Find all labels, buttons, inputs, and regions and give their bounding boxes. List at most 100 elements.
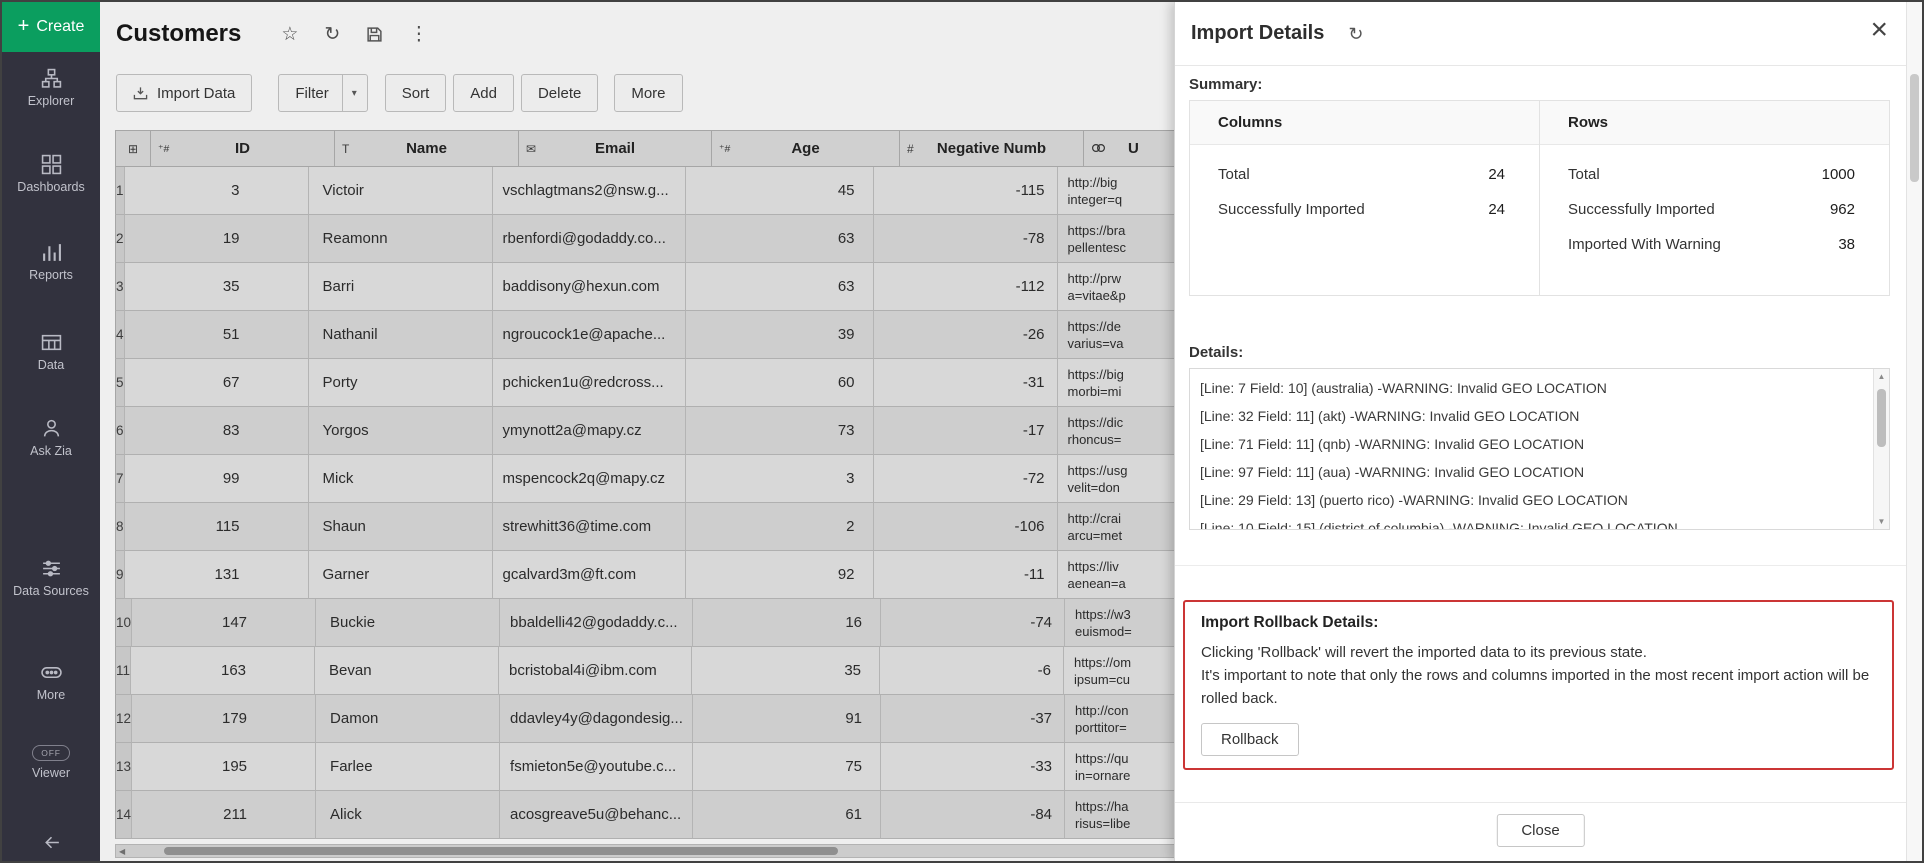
details-scrollbar[interactable]: ▲ ▼ [1873,369,1889,529]
name-cell[interactable]: Alick [316,791,500,839]
negative-numb-cell[interactable]: -106 [874,503,1058,551]
row-number-cell[interactable]: 11 [115,647,131,695]
negative-numb-cell[interactable]: -78 [874,215,1058,263]
id-cell[interactable]: 99 [125,455,309,503]
negative-numb-cell[interactable]: -84 [881,791,1065,839]
sidebar-item-data[interactable]: Data [2,332,100,373]
scroll-up-icon[interactable]: ▲ [1874,372,1889,381]
negative-numb-cell[interactable]: -11 [874,551,1058,599]
close-button[interactable]: Close [1496,814,1584,847]
vertical-scroll-thumb[interactable] [1910,74,1919,182]
id-cell[interactable]: 67 [125,359,309,407]
scroll-left-icon[interactable]: ◀ [119,847,125,856]
name-cell[interactable]: Damon [316,695,500,743]
row-number-cell[interactable]: 7 [115,455,125,503]
age-cell[interactable]: 63 [686,263,874,311]
row-number-cell[interactable]: 13 [115,743,132,791]
row-number-cell[interactable]: 6 [115,407,125,455]
name-cell[interactable]: Reamonn [309,215,493,263]
negative-numb-cell[interactable]: -17 [874,407,1058,455]
name-cell[interactable]: Buckie [316,599,500,647]
id-cell[interactable]: 147 [132,599,316,647]
sidebar-collapse-button[interactable] [2,832,100,853]
page-vertical-scrollbar[interactable] [1906,2,1922,861]
delete-button[interactable]: Delete [521,74,598,112]
row-number-cell[interactable]: 10 [115,599,132,647]
email-cell[interactable]: mspencock2q@mapy.cz [493,455,686,503]
age-cell[interactable]: 91 [693,695,881,743]
email-cell[interactable]: gcalvard3m@ft.com [493,551,686,599]
rollback-button[interactable]: Rollback [1201,723,1299,756]
id-cell[interactable]: 83 [125,407,309,455]
id-cell[interactable]: 35 [125,263,309,311]
email-cell[interactable]: ngroucock1e@apache... [493,311,686,359]
sidebar-item-dashboards[interactable]: Dashboards [2,154,100,195]
name-cell[interactable]: Yorgos [309,407,493,455]
age-cell[interactable]: 92 [686,551,874,599]
column-header-negative-numb[interactable]: #Negative Numb [900,130,1084,167]
filter-button[interactable]: Filter ▾ [278,74,367,112]
id-cell[interactable]: 179 [132,695,316,743]
id-cell[interactable]: 195 [132,743,316,791]
favorite-star-icon[interactable]: ☆ [281,25,298,44]
scroll-down-icon[interactable]: ▼ [1874,517,1889,526]
refresh-icon[interactable]: ↻ [1348,25,1363,43]
name-cell[interactable]: Victoir [309,167,493,215]
name-cell[interactable]: Shaun [309,503,493,551]
name-cell[interactable]: Farlee [316,743,500,791]
name-cell[interactable]: Nathanil [309,311,493,359]
column-header-age[interactable]: ⁺#Age [712,130,900,167]
email-cell[interactable]: bcristobal4i@ibm.com [499,647,692,695]
row-number-cell[interactable]: 9 [115,551,125,599]
row-number-cell[interactable]: 14 [115,791,132,839]
name-cell[interactable]: Porty [309,359,493,407]
negative-numb-cell[interactable]: -26 [874,311,1058,359]
age-cell[interactable]: 60 [686,359,874,407]
sidebar-item-viewer[interactable]: OFF Viewer [2,745,100,781]
email-cell[interactable]: baddisony@hexun.com [493,263,686,311]
age-cell[interactable]: 75 [693,743,881,791]
sidebar-item-more[interactable]: More [2,662,100,703]
viewer-toggle[interactable]: OFF [32,745,70,761]
sidebar-item-ask-zia[interactable]: Ask Zia [2,418,100,459]
select-all-cell[interactable]: ⊞ [115,130,151,167]
kebab-menu-icon[interactable]: ⋮ [409,25,428,44]
age-cell[interactable]: 2 [686,503,874,551]
column-header-name[interactable]: TName [335,130,519,167]
name-cell[interactable]: Garner [309,551,493,599]
email-cell[interactable]: vschlagtmans2@nsw.g... [493,167,686,215]
sidebar-item-data-sources[interactable]: Data Sources [2,558,100,599]
email-cell[interactable]: acosgreave5u@behanc... [500,791,693,839]
sidebar-item-explorer[interactable]: Explorer [2,68,100,109]
refresh-icon[interactable]: ↻ [324,25,340,44]
column-header-id[interactable]: ⁺#ID [151,130,335,167]
row-number-cell[interactable]: 1 [115,167,125,215]
age-cell[interactable]: 16 [693,599,881,647]
row-number-cell[interactable]: 12 [115,695,132,743]
age-cell[interactable]: 3 [686,455,874,503]
horizontal-scroll-thumb[interactable] [164,847,838,855]
name-cell[interactable]: Mick [309,455,493,503]
negative-numb-cell[interactable]: -6 [880,647,1064,695]
negative-numb-cell[interactable]: -74 [881,599,1065,647]
age-cell[interactable]: 61 [693,791,881,839]
id-cell[interactable]: 163 [131,647,315,695]
add-button[interactable]: Add [453,74,514,112]
row-number-cell[interactable]: 5 [115,359,125,407]
name-cell[interactable]: Barri [309,263,493,311]
create-button[interactable]: + Create [2,2,100,52]
age-cell[interactable]: 39 [686,311,874,359]
negative-numb-cell[interactable]: -72 [874,455,1058,503]
import-data-button[interactable]: Import Data [116,74,252,112]
save-icon[interactable] [366,26,383,43]
row-number-cell[interactable]: 2 [115,215,125,263]
chevron-down-icon[interactable]: ▾ [342,75,357,111]
email-cell[interactable]: rbenfordi@godaddy.co... [493,215,686,263]
negative-numb-cell[interactable]: -37 [881,695,1065,743]
sort-button[interactable]: Sort [385,74,447,112]
age-cell[interactable]: 73 [686,407,874,455]
sidebar-item-reports[interactable]: Reports [2,242,100,283]
id-cell[interactable]: 51 [125,311,309,359]
age-cell[interactable]: 45 [686,167,874,215]
negative-numb-cell[interactable]: -33 [881,743,1065,791]
